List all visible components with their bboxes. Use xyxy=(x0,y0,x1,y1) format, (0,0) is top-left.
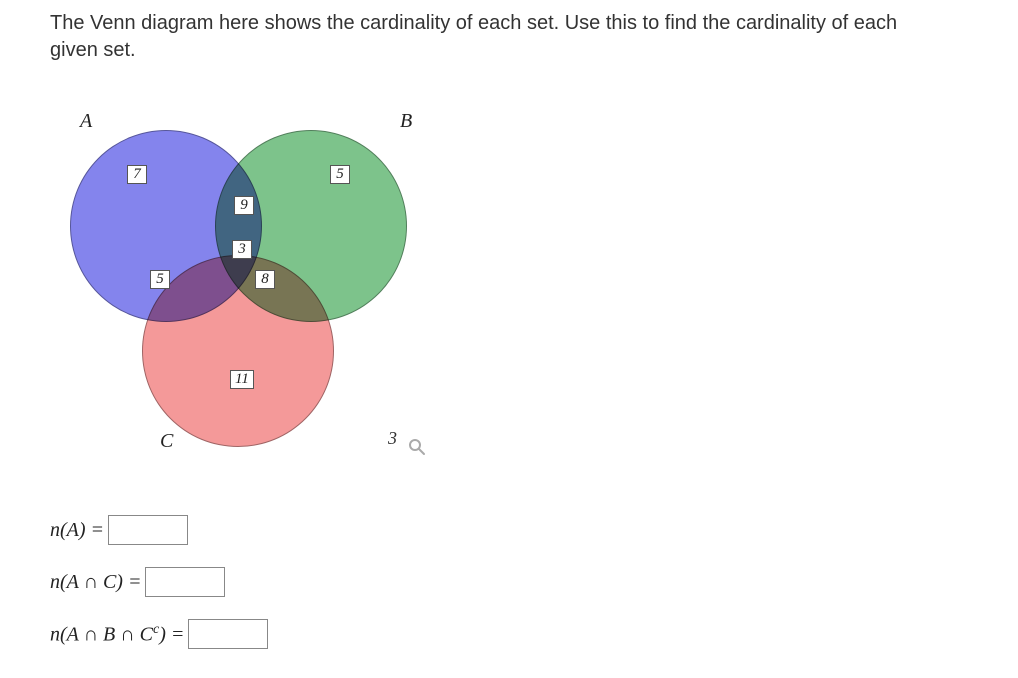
question-2-label: n(A ∩ C) = xyxy=(50,571,141,594)
region-outside: 3 xyxy=(388,428,426,451)
region-a-b-c: 3 xyxy=(232,240,252,259)
set-c-circle xyxy=(142,255,334,447)
question-3-label-suffix: ) = xyxy=(159,623,184,645)
region-a-and-b: 9 xyxy=(234,196,254,215)
question-3: n(A ∩ B ∩ Cc) = xyxy=(50,619,268,649)
venn-diagram: A B C 7 5 11 9 5 8 3 3 xyxy=(50,110,470,490)
set-a-label: A xyxy=(80,110,92,133)
question-2-input[interactable] xyxy=(145,567,225,597)
region-outside-value: 3 xyxy=(388,428,397,448)
question-3-input[interactable] xyxy=(188,619,268,649)
question-1-input[interactable] xyxy=(108,515,188,545)
region-b-and-c: 8 xyxy=(255,270,275,289)
set-b-label: B xyxy=(400,110,412,133)
region-c-only: 11 xyxy=(230,370,254,389)
question-2: n(A ∩ C) = xyxy=(50,567,268,597)
question-3-label-prefix: n(A ∩ B ∩ C xyxy=(50,623,153,645)
question-1: n(A) = xyxy=(50,515,268,545)
magnify-icon[interactable] xyxy=(408,438,426,461)
region-a-only: 7 xyxy=(127,165,147,184)
questions-block: n(A) = n(A ∩ C) = n(A ∩ B ∩ Cc) = xyxy=(50,515,268,671)
region-a-and-c: 5 xyxy=(150,270,170,289)
set-c-label: C xyxy=(160,430,173,453)
region-b-only: 5 xyxy=(330,165,350,184)
problem-prompt: The Venn diagram here shows the cardinal… xyxy=(50,10,950,64)
question-1-label: n(A) = xyxy=(50,519,104,542)
question-3-label: n(A ∩ B ∩ Cc) = xyxy=(50,622,184,647)
